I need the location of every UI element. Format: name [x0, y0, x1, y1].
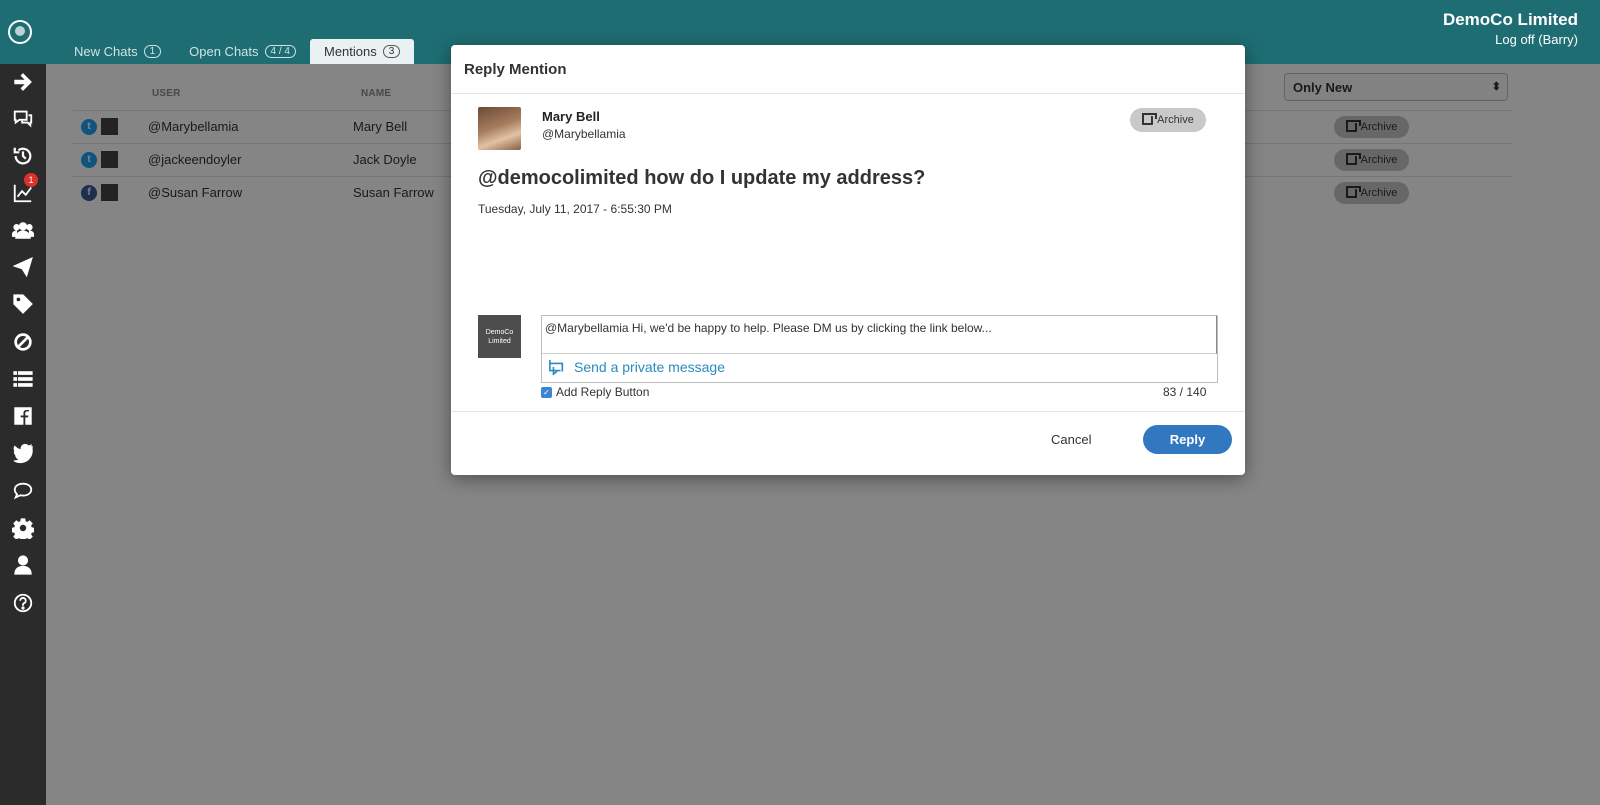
tab-label: Open Chats	[189, 44, 259, 59]
mention-timestamp: Tuesday, July 11, 2017 - 6:55:30 PM	[478, 202, 672, 216]
divider	[451, 411, 1245, 412]
private-message-label: Send a private message	[574, 359, 725, 375]
reply-textarea[interactable]: @Marybellamia Hi, we'd be happy to help.…	[542, 316, 1217, 354]
character-counter: 83 / 140	[1163, 385, 1207, 399]
facebook-icon[interactable]	[11, 404, 35, 428]
gear-icon[interactable]	[11, 516, 35, 540]
company-name: DemoCo Limited	[1442, 10, 1578, 29]
chat-tabs: New Chats 1 Open Chats 4 / 4 Mentions 3	[60, 39, 415, 64]
ban-icon[interactable]	[11, 330, 35, 354]
arrow-right-icon[interactable]	[11, 70, 35, 94]
sidebar: 1	[0, 64, 46, 805]
tag-icon[interactable]	[11, 292, 35, 316]
tab-new-chats[interactable]: New Chats 1	[60, 39, 175, 64]
tab-open-chats[interactable]: Open Chats 4 / 4	[175, 39, 310, 64]
reply-composer: @Marybellamia Hi, we'd be happy to help.…	[541, 315, 1218, 383]
company-avatar: DemoCo Limited	[478, 315, 521, 358]
tab-count-badge: 3	[382, 45, 401, 58]
brand-block: DemoCo Limited Log off (Barry)	[1443, 9, 1578, 48]
users-icon[interactable]	[11, 218, 35, 242]
logoff-link[interactable]: Log off (Barry)	[1443, 32, 1578, 48]
tab-label: New Chats	[74, 44, 138, 59]
company-avatar-text: DemoCo	[485, 328, 514, 336]
author-handle: @Marybellamia	[542, 127, 626, 141]
tab-count-badge: 1	[143, 45, 162, 58]
reply-button[interactable]: Reply	[1143, 425, 1232, 454]
tab-label: Mentions	[323, 44, 377, 59]
private-message-icon	[549, 359, 564, 375]
author-name: Mary Bell	[542, 109, 600, 124]
speech-bubble-icon[interactable]	[11, 479, 35, 503]
reply-mention-dialog: Reply Mention Mary Bell @Marybellamia Ar…	[451, 45, 1245, 475]
add-reply-button-label: Add Reply Button	[556, 385, 650, 399]
notification-badge: 1	[24, 173, 38, 187]
tab-mentions[interactable]: Mentions 3	[309, 39, 415, 64]
list-icon[interactable]	[11, 367, 35, 391]
divider	[451, 93, 1245, 94]
mention-message: @democolimited how do I update my addres…	[478, 167, 926, 189]
company-avatar-text: Limited	[488, 337, 511, 345]
help-icon[interactable]	[11, 591, 35, 615]
history-icon[interactable]	[11, 144, 35, 168]
archive-button[interactable]: Archive	[1130, 108, 1206, 132]
person-icon[interactable]	[11, 553, 35, 577]
add-reply-button-option: ✓ Add Reply Button	[541, 385, 649, 399]
author-avatar	[478, 107, 521, 150]
twitter-icon[interactable]	[11, 441, 35, 465]
archive-label: Archive	[1157, 114, 1194, 126]
dialog-title: Reply Mention	[464, 61, 567, 78]
chat-bubbles-icon[interactable]	[11, 106, 35, 130]
cancel-button[interactable]: Cancel	[1051, 432, 1091, 447]
app-logo-icon	[8, 20, 32, 44]
send-private-message-link[interactable]: Send a private message	[548, 359, 725, 375]
add-reply-button-checkbox[interactable]: ✓	[541, 386, 552, 398]
tab-count-badge: 4 / 4	[264, 45, 296, 58]
paper-plane-icon[interactable]	[11, 255, 35, 279]
inbox-icon	[1142, 112, 1158, 125]
